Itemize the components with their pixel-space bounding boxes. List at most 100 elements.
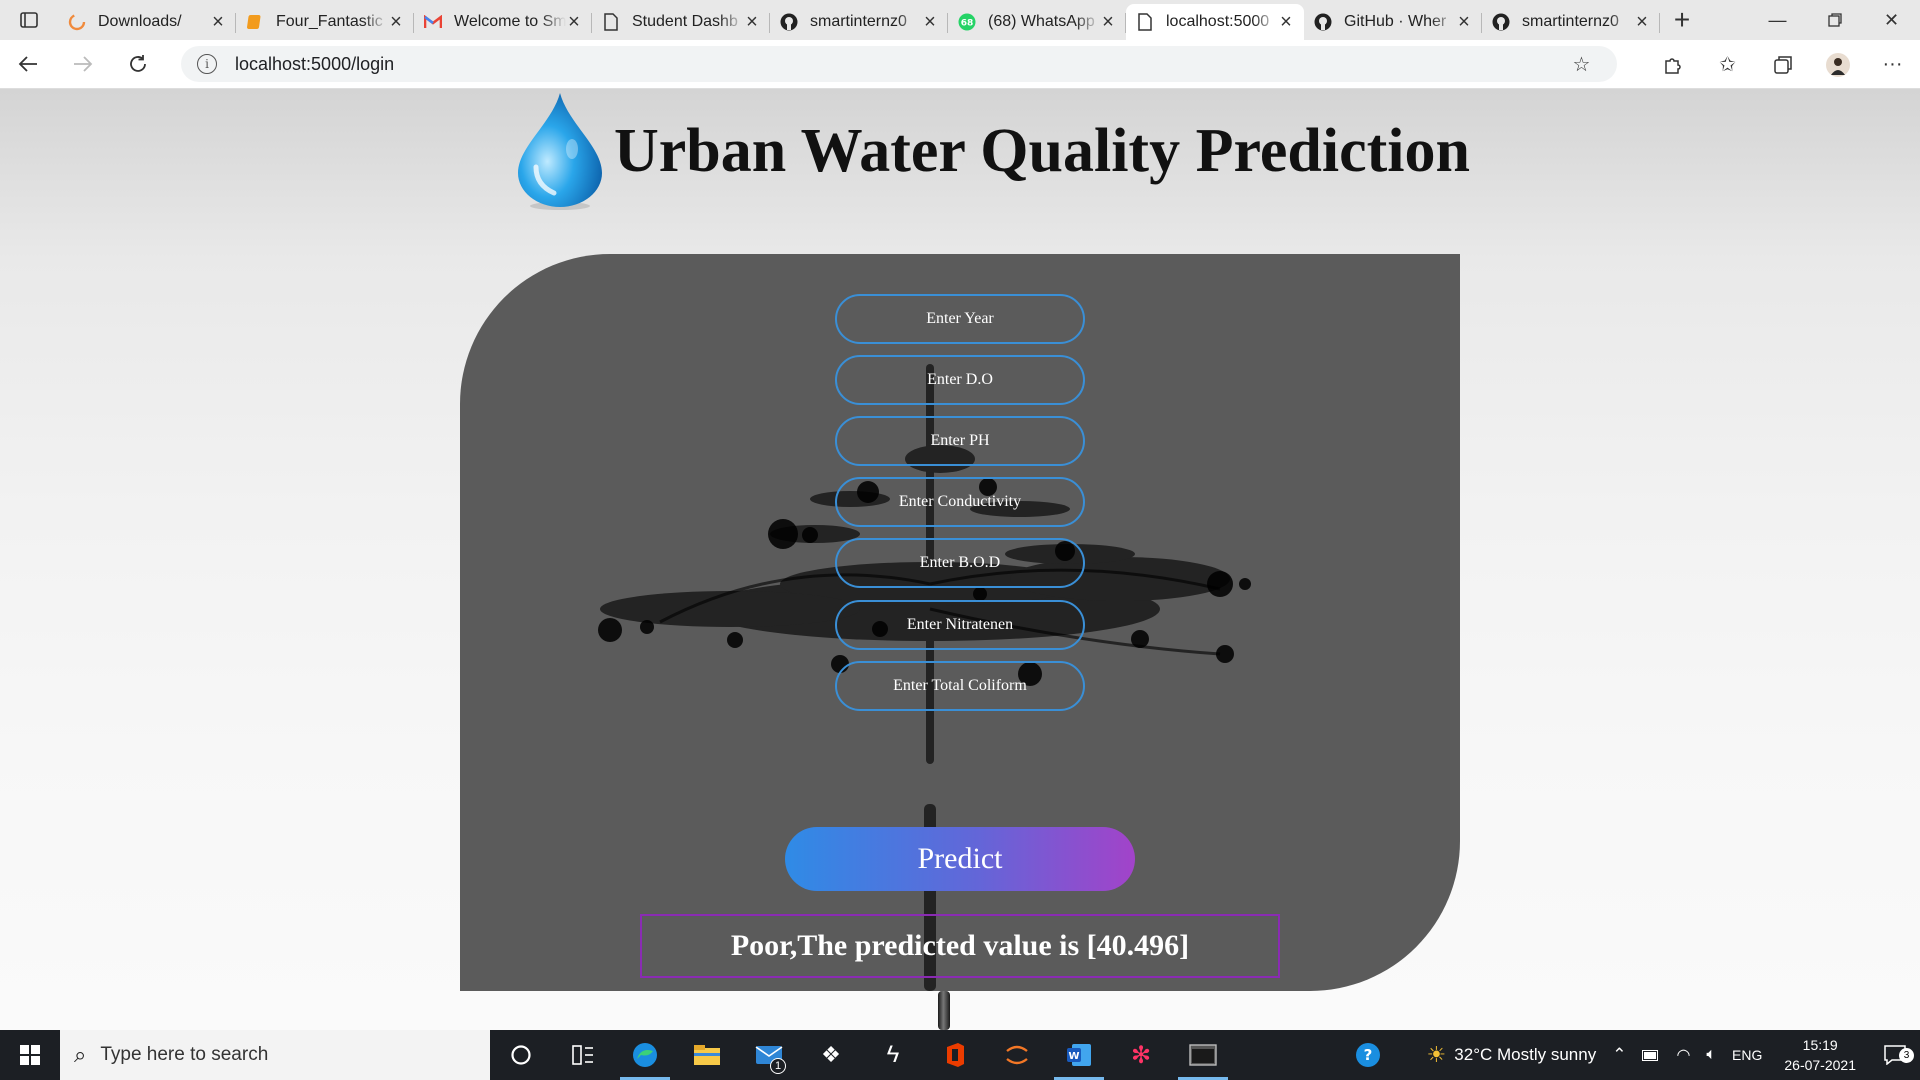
- github-icon: [1314, 13, 1332, 31]
- favorites-star-icon: ✩: [1719, 54, 1736, 76]
- do-input[interactable]: [835, 355, 1085, 405]
- spinner-icon: [68, 13, 86, 31]
- battery-icon[interactable]: [1634, 1049, 1668, 1061]
- help-button[interactable]: ?: [1347, 1042, 1389, 1068]
- notifications-button[interactable]: 3: [1870, 1045, 1920, 1065]
- whatsapp-badge: 68: [961, 19, 974, 29]
- tab-title: smartinternz0: [810, 13, 907, 30]
- language-indicator[interactable]: ENG: [1724, 1047, 1770, 1063]
- page-icon: [1136, 13, 1154, 31]
- task-view-icon[interactable]: [552, 1030, 614, 1080]
- browser-tab[interactable]: Four_Fantastic ×: [236, 4, 414, 40]
- volume-icon[interactable]: 🔈︎: [1698, 1046, 1724, 1064]
- tab-actions-button[interactable]: [0, 0, 58, 40]
- close-tab-icon[interactable]: ×: [744, 11, 760, 34]
- close-tab-icon[interactable]: ×: [210, 11, 226, 34]
- avatar: [1825, 52, 1850, 77]
- nitratenen-input[interactable]: [835, 600, 1085, 650]
- browser-tab[interactable]: smartinternz0 ×: [1482, 4, 1660, 40]
- show-hidden-icons-button[interactable]: ⌃: [1604, 1045, 1634, 1065]
- close-tab-icon[interactable]: ×: [1456, 11, 1472, 34]
- page-header: Urban Water Quality Prediction: [510, 89, 1470, 213]
- add-favorite-button[interactable]: ☆: [1554, 40, 1609, 89]
- terminal-icon[interactable]: [1172, 1030, 1234, 1080]
- close-tab-icon[interactable]: ×: [388, 11, 404, 34]
- dropbox-icon[interactable]: ❖: [800, 1030, 862, 1080]
- year-input[interactable]: [835, 294, 1085, 344]
- mail-badge: 1: [770, 1058, 786, 1074]
- more-menu-button[interactable]: ···: [1865, 40, 1920, 89]
- conductivity-input[interactable]: [835, 477, 1085, 527]
- ph-input[interactable]: [835, 416, 1085, 466]
- start-button[interactable]: [0, 1030, 60, 1080]
- browser-tab[interactable]: 68 (68) WhatsApp ×: [948, 4, 1126, 40]
- file-explorer-icon[interactable]: [676, 1030, 738, 1080]
- office-icon[interactable]: [924, 1030, 986, 1080]
- help-icon: ?: [1355, 1043, 1380, 1067]
- new-tab-button[interactable]: +: [1660, 0, 1704, 40]
- forward-button[interactable]: [55, 40, 110, 89]
- browser-tab[interactable]: Downloads/ ×: [58, 4, 236, 40]
- weather-text: 32°C Mostly sunny: [1454, 1045, 1597, 1064]
- tab-title: GitHub · Wher: [1344, 13, 1447, 30]
- profile-button[interactable]: [1810, 40, 1865, 89]
- bod-input[interactable]: [835, 538, 1085, 588]
- whatsapp-icon: 68: [958, 13, 976, 31]
- taskbar-search[interactable]: ⌕ Type here to search: [60, 1030, 490, 1080]
- browser-tab[interactable]: Welcome to Sm ×: [414, 4, 592, 40]
- restore-button[interactable]: [1806, 0, 1863, 40]
- close-tab-icon[interactable]: ×: [566, 11, 582, 34]
- browser-toolbar: i localhost:5000/login ☆ ✩ ···: [0, 40, 1920, 89]
- close-window-button[interactable]: ✕: [1863, 0, 1920, 40]
- puzzle-icon: [1664, 57, 1681, 74]
- url-text[interactable]: localhost:5000/login: [235, 54, 394, 75]
- site-info-icon[interactable]: i: [197, 54, 217, 74]
- total-coliform-input[interactable]: [835, 661, 1085, 711]
- close-icon: ✕: [1883, 9, 1900, 30]
- predict-button[interactable]: Predict: [785, 827, 1135, 891]
- chevron-up-icon: ⌃: [1612, 1045, 1627, 1064]
- browser-tab-active[interactable]: localhost:5000 ×: [1126, 4, 1304, 40]
- edge-icon[interactable]: [614, 1030, 676, 1080]
- tab-title: Four_Fantastic: [276, 13, 383, 30]
- jupyter-icon[interactable]: [986, 1030, 1048, 1080]
- clock-date: 26-07-2021: [1784, 1057, 1856, 1073]
- extensions-button[interactable]: [1645, 40, 1700, 89]
- sun-icon: ☀: [1426, 1042, 1447, 1067]
- svg-text:W: W: [1068, 1051, 1079, 1062]
- windows-logo-icon: [20, 1045, 40, 1065]
- minimize-icon: —: [1768, 9, 1787, 30]
- cortana-icon[interactable]: [490, 1030, 552, 1080]
- tab-title: Welcome to Sm: [454, 13, 566, 30]
- prediction-result: Poor,The predicted value is [40.496]: [640, 914, 1280, 978]
- collections-button[interactable]: [1755, 40, 1810, 89]
- browser-tab[interactable]: smartinternz0 ×: [770, 4, 948, 40]
- refresh-button[interactable]: [110, 40, 165, 89]
- weather-widget[interactable]: ☀ 32°C Mostly sunny: [1419, 1042, 1605, 1068]
- star-add-icon: ☆: [1572, 54, 1591, 76]
- mail-icon[interactable]: 1: [738, 1030, 800, 1080]
- browser-tab[interactable]: GitHub · Wher ×: [1304, 4, 1482, 40]
- back-button[interactable]: [0, 40, 55, 89]
- forward-arrow-icon: [73, 56, 92, 72]
- word-icon[interactable]: W: [1048, 1030, 1110, 1080]
- close-tab-icon[interactable]: ×: [1100, 11, 1116, 34]
- settings-gear-icon[interactable]: ✻: [1110, 1030, 1172, 1080]
- clock[interactable]: 15:19 26-07-2021: [1770, 1035, 1870, 1075]
- svg-text:?: ?: [1363, 1046, 1372, 1064]
- close-tab-icon[interactable]: ×: [1278, 11, 1294, 34]
- collections-icon: [1773, 55, 1792, 74]
- browser-tab[interactable]: Student Dashb ×: [592, 4, 770, 40]
- prediction-form-card: Predict Poor,The predicted value is [40.…: [460, 254, 1460, 991]
- search-icon: ⌕: [74, 1042, 87, 1067]
- tab-actions-icon: [20, 12, 38, 28]
- favorites-button[interactable]: ✩: [1700, 40, 1755, 89]
- minimize-button[interactable]: —: [1749, 0, 1806, 40]
- wifi-icon[interactable]: ◠: [1668, 1045, 1698, 1065]
- close-tab-icon[interactable]: ×: [1634, 11, 1650, 34]
- back-arrow-icon: [18, 56, 37, 72]
- tab-title: Student Dashb: [632, 13, 738, 30]
- close-tab-icon[interactable]: ×: [922, 11, 938, 34]
- power-automate-icon[interactable]: ϟ: [862, 1030, 924, 1080]
- address-bar[interactable]: i localhost:5000/login: [181, 46, 1617, 82]
